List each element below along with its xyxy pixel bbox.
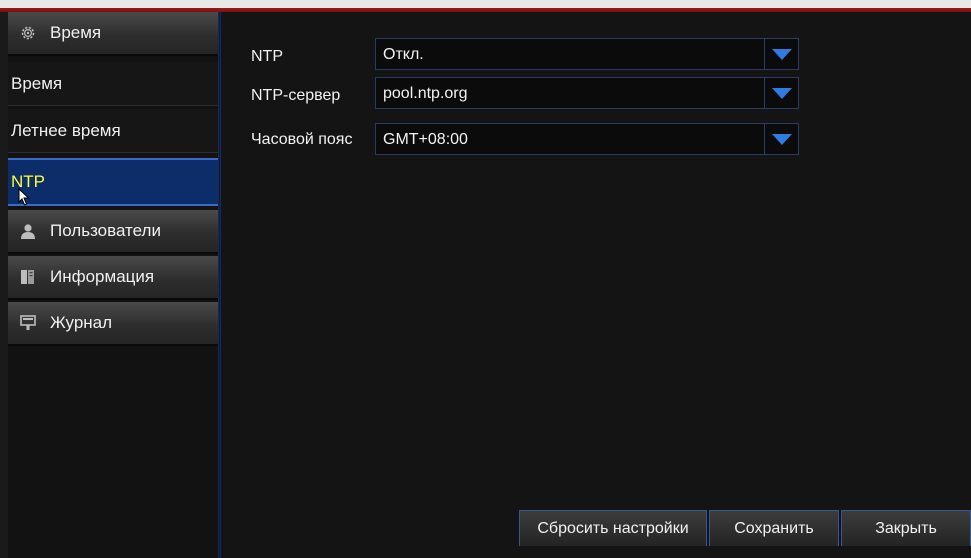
user-icon [20, 223, 36, 239]
ntp-server-label: NTP-сервер [251, 87, 341, 104]
timezone-value: GMT+08:00 [383, 131, 468, 148]
sidebar-item-time[interactable]: Время [8, 62, 218, 106]
ntp-mode-value: Откл. [383, 46, 424, 63]
ntp-settings-panel: NTP Откл. NTP-сервер pool.ntp.org Часово… [220, 12, 971, 558]
sidebar: Время Время Летнее время NTP Пользовател… [8, 12, 219, 558]
sidebar-category-log[interactable]: Журнал [8, 302, 218, 346]
sidebar-category-label: Журнал [50, 313, 113, 332]
chevron-down-icon[interactable] [764, 78, 798, 108]
sidebar-item-dst[interactable]: Летнее время [8, 109, 218, 153]
timezone-select[interactable]: GMT+08:00 [375, 123, 799, 155]
log-icon [20, 315, 36, 331]
sidebar-category-label: Время [50, 23, 102, 42]
ntp-server-value: pool.ntp.org [383, 85, 468, 102]
chevron-down-icon[interactable] [764, 124, 798, 154]
info-book-icon [20, 269, 36, 285]
ntp-label: NTP [251, 48, 283, 65]
close-button[interactable]: Закрыть [841, 510, 971, 546]
timezone-label: Часовой пояс [251, 131, 353, 148]
sidebar-category-time[interactable]: Время [8, 12, 218, 56]
window-top-stripe [0, 0, 971, 12]
sidebar-item-label: Время [11, 73, 63, 93]
save-button[interactable]: Сохранить [709, 510, 839, 546]
sidebar-category-info[interactable]: Информация [8, 256, 218, 300]
sidebar-category-label: Информация [50, 267, 155, 286]
chevron-down-icon[interactable] [764, 39, 798, 69]
sidebar-item-ntp[interactable]: NTP [8, 158, 218, 206]
ntp-server-select[interactable]: pool.ntp.org [375, 77, 799, 109]
gear-icon [20, 25, 36, 41]
ntp-mode-select[interactable]: Откл. [375, 38, 799, 70]
sidebar-category-users[interactable]: Пользователи [8, 210, 218, 254]
reset-settings-button[interactable]: Сбросить настройки [519, 510, 707, 546]
sidebar-category-label: Пользователи [50, 221, 161, 240]
sidebar-item-label: Летнее время [11, 120, 121, 140]
mouse-cursor-icon [18, 188, 30, 206]
